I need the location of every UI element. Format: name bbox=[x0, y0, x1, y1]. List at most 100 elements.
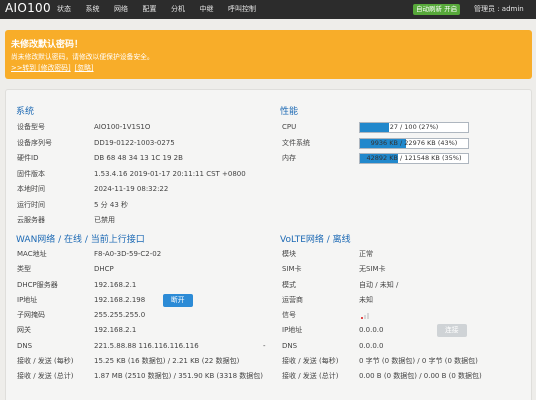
row-label: 本地时间 bbox=[17, 185, 45, 193]
perf-row: 内存 42892 KB / 121548 KB (35%) bbox=[282, 151, 522, 167]
row-label: 模块 bbox=[282, 250, 296, 258]
signal-strength-icon bbox=[361, 313, 369, 320]
change-password-link[interactable]: >>转到 [修改密码] bbox=[11, 64, 71, 72]
row-value: DHCP bbox=[94, 265, 114, 274]
info-row: 接收 / 发送 (每秒) 15.25 KB (16 数据包) / 2.21 KB … bbox=[17, 354, 272, 369]
row-value: 192.168.2.1 bbox=[94, 280, 137, 289]
row-label: 信号 bbox=[282, 311, 296, 320]
row-value: 255.255.255.0 bbox=[94, 311, 146, 320]
row-value: 无SIM卡 bbox=[359, 265, 386, 274]
usage-progress-bar: 42892 KB / 121548 KB (35%) bbox=[359, 153, 469, 164]
row-value: 1.87 MB (2510 数据包) / 351.90 KB (3318 数据包… bbox=[94, 372, 264, 381]
info-row: 设备序列号 DD19-0122-1003-0275 bbox=[17, 136, 272, 152]
info-row: 网关 192.168.2.1 bbox=[17, 323, 272, 338]
row-label: 设备型号 bbox=[17, 123, 45, 131]
info-row: 运行时间 5 分 43 秒 bbox=[17, 198, 272, 214]
row-value: 未知 bbox=[359, 295, 373, 304]
row-value: 已禁用 bbox=[94, 216, 115, 224]
performance-list: CPU 27 / 100 (27%) 文件系统 9936 KB / 22976 KB … bbox=[282, 120, 522, 167]
row-label: 网关 bbox=[17, 326, 31, 335]
nav-item-network[interactable]: 网络 bbox=[114, 0, 128, 19]
top-nav-bar: AIO100 状态 系统 网络 配置 分机 中继 呼叫控制 自动刷新 开启 管理… bbox=[0, 0, 536, 19]
row-value: 0 字节 (0 数据包) / 0 字节 (0 数据包) bbox=[359, 357, 478, 366]
row-value: 1.53.4.16 2019-01-17 20:11:11 CST +0800 bbox=[94, 169, 246, 178]
row-value: 0.0.0.0 bbox=[359, 326, 384, 335]
info-row: IP地址 192.168.2.198 断开 bbox=[17, 293, 272, 308]
row-label: 接收 / 发送 (总计) bbox=[17, 372, 74, 381]
nav-item-config[interactable]: 配置 bbox=[143, 0, 157, 19]
row-label: IP地址 bbox=[17, 295, 38, 304]
row-label: DHCP服务器 bbox=[17, 280, 58, 289]
system-info-list: 设备型号 AIO100-1V1S1O 设备序列号 DD19-0122-1003-027… bbox=[17, 120, 272, 229]
row-label: 硬件ID bbox=[17, 154, 39, 162]
row-label: 固件版本 bbox=[17, 169, 45, 178]
row-extra: - bbox=[263, 341, 266, 350]
row-label: CPU bbox=[282, 123, 297, 131]
system-section-title: 系统 bbox=[16, 107, 35, 117]
row-value: 自动 / 未知 / bbox=[359, 280, 399, 289]
disconnect-button[interactable]: 断开 bbox=[163, 293, 193, 307]
row-value: 0.00 B (0 数据包) / 0.00 B (0 数据包) bbox=[359, 372, 482, 381]
info-row: 运营商 未知 bbox=[282, 293, 527, 308]
info-row: 类型 DHCP bbox=[17, 262, 272, 277]
wan-info-list: MAC地址 F8-A0-3D-59-C2-02 类型 DHCP DHCP服务器 192.1… bbox=[17, 247, 272, 385]
row-label: 文件系统 bbox=[282, 138, 310, 147]
row-label: 接收 / 发送 (总计) bbox=[282, 372, 339, 381]
row-value: 0.0.0.0 bbox=[359, 341, 384, 350]
info-row: 接收 / 发送 (每秒) 0 字节 (0 数据包) / 0 字节 (0 数据包) bbox=[282, 354, 527, 369]
nav-item-system[interactable]: 系统 bbox=[86, 0, 100, 19]
row-label: IP地址 bbox=[282, 326, 303, 335]
info-row: 模块 正常 bbox=[282, 247, 527, 262]
usage-progress-bar: 9936 KB / 22976 KB (43%) bbox=[359, 137, 469, 149]
connect-button[interactable]: 连接 bbox=[437, 324, 467, 338]
info-row: DHCP服务器 192.168.2.1 bbox=[17, 278, 272, 293]
usage-progress-text: 42892 KB / 121548 KB (35%) bbox=[366, 154, 462, 162]
nav-item-call-control[interactable]: 呼叫控制 bbox=[228, 0, 256, 19]
row-value: 15.25 KB (16 数据包) / 2.21 KB (22 数据包) bbox=[94, 357, 240, 366]
row-label: SIM卡 bbox=[282, 265, 302, 274]
row-value: 正常 bbox=[359, 250, 373, 258]
info-row: 子网掩码 255.255.255.0 bbox=[17, 308, 272, 323]
info-row: IP地址 0.0.0.0 连接 bbox=[282, 323, 527, 338]
ignore-link[interactable]: [忽略] bbox=[75, 64, 94, 72]
nav-item-trunk[interactable]: 中继 bbox=[200, 0, 214, 19]
row-label: 接收 / 发送 (每秒) bbox=[17, 357, 74, 366]
auto-refresh-toggle[interactable]: 自动刷新 开启 bbox=[413, 4, 461, 15]
row-label: 运行时间 bbox=[17, 200, 45, 209]
row-value: DB 68 48 34 13 1C 19 2B bbox=[94, 154, 183, 162]
row-value: DD19-0122-1003-0275 bbox=[94, 138, 175, 147]
info-row: 本地时间 2024-11-19 08:32:22 bbox=[17, 182, 272, 198]
perf-row: 文件系统 9936 KB / 22976 KB (43%) bbox=[282, 136, 522, 152]
info-row: SIM卡 无SIM卡 bbox=[282, 262, 527, 277]
row-label: MAC地址 bbox=[17, 250, 47, 258]
info-row: 模式 自动 / 未知 / bbox=[282, 278, 527, 293]
row-label: 子网掩码 bbox=[17, 311, 45, 320]
nav-item-status[interactable]: 状态 bbox=[57, 0, 71, 19]
row-label: 设备序列号 bbox=[17, 138, 52, 147]
row-value: 2024-11-19 08:32:22 bbox=[94, 185, 169, 193]
warning-title: 未修改默认密码！ bbox=[11, 40, 84, 50]
row-label: DNS bbox=[282, 341, 298, 350]
main-nav: 状态 系统 网络 配置 分机 中继 呼叫控制 bbox=[57, 0, 271, 19]
usage-progress-text: 9936 KB / 22976 KB (43%) bbox=[370, 138, 458, 147]
row-label: 类型 bbox=[17, 265, 31, 274]
row-value: 192.168.2.198 bbox=[94, 295, 146, 304]
row-label: DNS bbox=[17, 341, 33, 350]
nav-item-extension[interactable]: 分机 bbox=[171, 0, 185, 19]
row-label: 模式 bbox=[282, 280, 296, 289]
info-row: 设备型号 AIO100-1V1S1O bbox=[17, 120, 272, 136]
row-value: AIO100-1V1S1O bbox=[94, 123, 151, 131]
usage-progress-text: 27 / 100 (27%) bbox=[389, 123, 439, 131]
row-value: 5 分 43 秒 bbox=[94, 200, 129, 209]
perf-row: CPU 27 / 100 (27%) bbox=[282, 120, 522, 136]
row-value: 221.5.88.88 116.116.116.116 bbox=[94, 341, 199, 350]
info-row: 接收 / 发送 (总计) 0.00 B (0 数据包) / 0.00 B (0 数… bbox=[282, 369, 527, 384]
warning-message: 尚未修改默认密码，请修改以便保护设备安全。 bbox=[11, 53, 154, 61]
info-row: 接收 / 发送 (总计) 1.87 MB (2510 数据包) / 351.90 … bbox=[17, 369, 272, 384]
warning-links: >>转到 [修改密码] [忽略] bbox=[11, 62, 98, 72]
row-value: F8-A0-3D-59-C2-02 bbox=[94, 250, 162, 258]
row-label: 内存 bbox=[282, 154, 296, 162]
user-menu[interactable]: 管理员 : admin bbox=[474, 0, 524, 19]
brand-logo[interactable]: AIO100 bbox=[5, 1, 51, 15]
info-row: 信号 bbox=[282, 308, 527, 323]
